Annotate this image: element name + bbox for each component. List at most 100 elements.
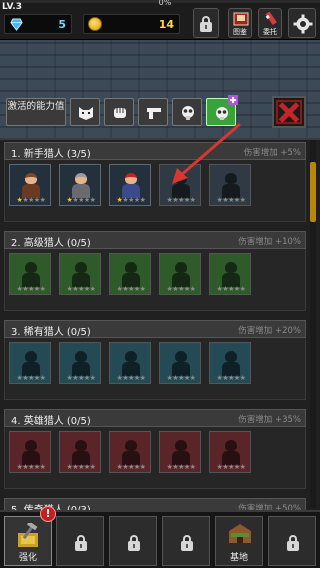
- locked-hunter-card[interactable]: ★★★★★: [109, 253, 151, 295]
- star-rating: ★★★★★: [16, 463, 46, 471]
- xp-percent: 0%: [158, 0, 172, 7]
- locked-hunter-card[interactable]: ★★★★★: [9, 431, 51, 473]
- section-body: ★★★★★ ★★★★★ ★★★★★ ★★★★★ ★★★★★: [4, 249, 306, 311]
- hunter-silhouette-icon: [120, 349, 142, 377]
- section-title: 1. 新手猎人 (3/5): [11, 149, 91, 160]
- locked-hunter-card[interactable]: ★★★★★: [209, 253, 251, 295]
- hunter-silhouette-icon: [120, 260, 142, 288]
- hunter-section: 2. 高级猎人 (0/5) 伤害增加 +10% ★★★★★ ★★★★★ ★★★★★ ★★★…: [4, 231, 306, 311]
- hunter-section: 4. 英雄猎人 (0/5) 伤害增加 +35% ★★★★★ ★★★★★ ★★★★★ ★★★…: [4, 409, 306, 489]
- lock-icon: [181, 535, 193, 551]
- hunter-silhouette-icon: [20, 438, 42, 466]
- locked-hunter-card[interactable]: ★★★★★: [209, 342, 251, 384]
- locked-header-button[interactable]: [193, 8, 219, 38]
- commission-label: 委托: [263, 28, 277, 36]
- hunter-silhouette-icon: [20, 349, 42, 377]
- base-label: 基地: [229, 553, 248, 563]
- section-header: 3. 稀有猎人 (0/5) 伤害增加 +20%: [4, 320, 306, 338]
- close-button[interactable]: [272, 96, 306, 128]
- hunter-silhouette-icon: [20, 260, 42, 288]
- hunter-silhouette-icon: [70, 438, 92, 466]
- cat-face-icon: [79, 107, 93, 120]
- diamond-icon: [10, 18, 23, 31]
- red-arrow-annotation: [172, 122, 241, 184]
- section-header: 2. 高级猎人 (0/5) 伤害增加 +10%: [4, 231, 306, 249]
- section-bonus: 伤害增加 +5%: [243, 148, 301, 158]
- hunter-card[interactable]: ★★★★★: [9, 164, 51, 206]
- hunter-card[interactable]: ★★★★★: [59, 164, 101, 206]
- locked-hunter-card[interactable]: ★★★★★: [109, 431, 151, 473]
- locked-hunter-card[interactable]: ★★★★★: [209, 431, 251, 473]
- star-rating: ★★★★★: [116, 285, 146, 293]
- top-status-bar: 0% LV.3 5 14 图鉴 委托: [0, 0, 320, 40]
- atlas-button[interactable]: 图鉴: [228, 8, 252, 38]
- tab-fist[interactable]: [104, 98, 134, 126]
- locked-hunter-card[interactable]: ★★★★★: [59, 342, 101, 384]
- coin-count: 14: [158, 18, 174, 31]
- upgrade-label: 强化: [18, 553, 37, 563]
- purple-plus-badge-icon: [228, 95, 238, 105]
- locked-hunter-card[interactable]: ★★★★★: [159, 253, 201, 295]
- section-bonus: 伤害增加 +20%: [238, 326, 301, 336]
- locked-nav-3[interactable]: [109, 516, 157, 566]
- lock-icon: [128, 535, 140, 551]
- coin-counter: 14: [83, 14, 180, 34]
- locked-hunter-card[interactable]: ★★★★★: [109, 342, 151, 384]
- hunter-section: 1. 新手猎人 (3/5) 伤害增加 +5% ★★★★★ ★★★★★ ★★★★★ ★★★★…: [4, 142, 306, 222]
- commission-button[interactable]: 委托: [258, 8, 282, 38]
- scrollbar[interactable]: [310, 140, 316, 508]
- player-level: LV.3: [2, 2, 22, 12]
- active-ability-tab[interactable]: 激活的能力值: [6, 98, 66, 126]
- lock-icon: [75, 535, 87, 551]
- base-tab[interactable]: 基地: [215, 516, 263, 566]
- upgrade-tab[interactable]: 强化: [4, 516, 52, 566]
- scroll-thumb[interactable]: [310, 162, 316, 222]
- gear-icon: [293, 14, 313, 34]
- hunter-silhouette-icon: [170, 438, 192, 466]
- hunter-avatar: [20, 171, 42, 199]
- star-rating: ★★★★★: [66, 463, 96, 471]
- star-rating: ★★★★★: [216, 196, 246, 204]
- section-title: 2. 高级猎人 (0/5): [11, 238, 91, 249]
- lock-icon: [287, 535, 299, 551]
- star-rating: ★★★★★: [216, 374, 246, 382]
- scroll-icon: [265, 12, 277, 26]
- locked-hunter-card[interactable]: ★★★★★: [159, 431, 201, 473]
- star-rating: ★★★★★: [66, 196, 96, 204]
- hunter-collection-list[interactable]: 1. 新手猎人 (3/5) 伤害增加 +5% ★★★★★ ★★★★★ ★★★★★ ★★★★…: [0, 138, 320, 510]
- section-title: 3. 稀有猎人 (0/5): [11, 327, 91, 338]
- locked-nav-2[interactable]: [56, 516, 104, 566]
- section-body: ★★★★★ ★★★★★ ★★★★★ ★★★★★ ★★★★★: [4, 338, 306, 400]
- locked-nav-6[interactable]: [268, 516, 316, 566]
- book-icon: [233, 12, 249, 26]
- gem-counter: 5: [4, 14, 72, 34]
- locked-hunter-card[interactable]: ★★★★★: [159, 342, 201, 384]
- hunter-silhouette-icon: [120, 438, 142, 466]
- locked-nav-4[interactable]: [162, 516, 210, 566]
- section-title: 4. 英雄猎人 (0/5): [11, 416, 91, 427]
- locked-hunter-card[interactable]: ★★★★★: [59, 253, 101, 295]
- tab-cat[interactable]: [70, 98, 100, 126]
- star-rating: ★★★★★: [166, 463, 196, 471]
- locked-hunter-card[interactable]: ★★★★★: [9, 253, 51, 295]
- alert-badge: !: [40, 506, 56, 522]
- section-header: 1. 新手猎人 (3/5) 伤害增加 +5%: [4, 142, 306, 160]
- section-body: ★★★★★ ★★★★★ ★★★★★ ★★★★★ ★★★★★: [4, 160, 306, 222]
- section-header: 4. 英雄猎人 (0/5) 伤害增加 +35%: [4, 409, 306, 427]
- hunter-card[interactable]: ★★★★★: [109, 164, 151, 206]
- tab-pistol[interactable]: [138, 98, 168, 126]
- hunter-avatar: [120, 171, 142, 199]
- hunter-silhouette-icon: [70, 349, 92, 377]
- hunter-silhouette-icon: [170, 349, 192, 377]
- locked-hunter-card[interactable]: ★★★★★: [59, 431, 101, 473]
- section-bonus: 伤害增加 +10%: [238, 237, 301, 247]
- star-rating: ★★★★★: [116, 463, 146, 471]
- settings-button[interactable]: [288, 8, 316, 38]
- hunter-silhouette-icon: [220, 438, 242, 466]
- hunter-section: 3. 稀有猎人 (0/5) 伤害增加 +20% ★★★★★ ★★★★★ ★★★★★ ★★★…: [4, 320, 306, 400]
- star-rating: ★★★★★: [216, 285, 246, 293]
- locked-hunter-card[interactable]: ★★★★★: [9, 342, 51, 384]
- lock-icon: [200, 16, 212, 32]
- atlas-label: 图鉴: [233, 28, 247, 36]
- hunter-avatar: [70, 171, 92, 199]
